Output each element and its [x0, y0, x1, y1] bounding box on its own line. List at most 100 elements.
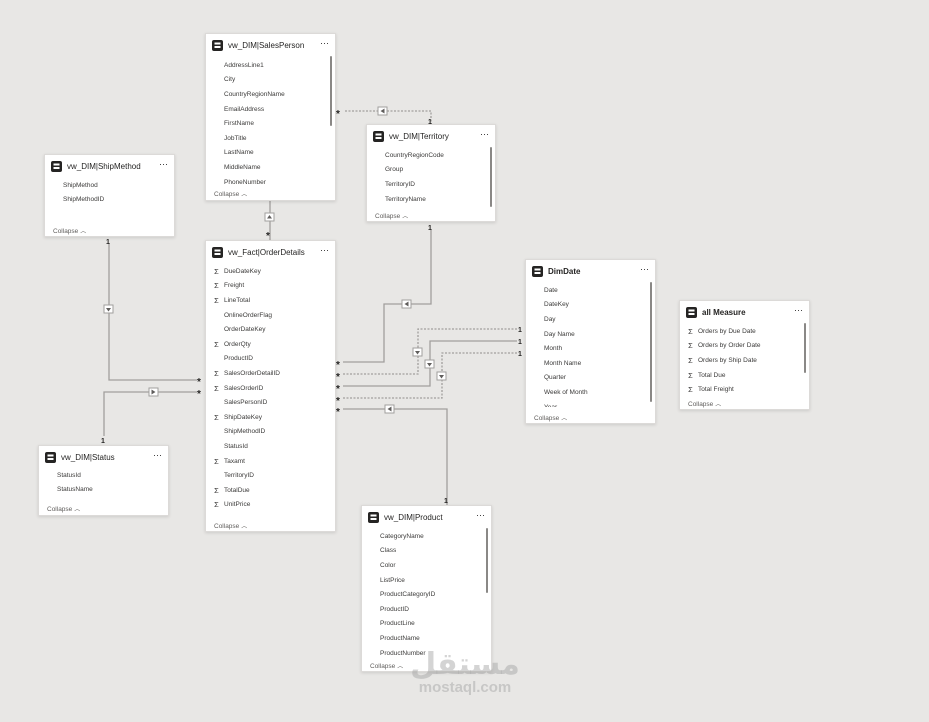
- table-card-salesperson[interactable]: vw_DIM|SalesPerson ··· ΣAddressLine1ΣCit…: [205, 33, 336, 201]
- card-header[interactable]: vw_DIM|Product ···: [362, 506, 491, 528]
- field-row[interactable]: ΣStatusName: [39, 483, 168, 498]
- field-row[interactable]: ΣStatusId: [206, 439, 335, 454]
- field-row[interactable]: Σ SalesOrderID: [206, 381, 335, 396]
- field-row[interactable]: ΣFirstName: [206, 116, 335, 131]
- field-row[interactable]: Σ DueDateKey: [206, 264, 335, 279]
- field-row[interactable]: ΣOrderDateKey: [206, 322, 335, 337]
- field-row[interactable]: ΣShipMethodID: [45, 193, 174, 208]
- field-row[interactable]: ΣTerritoryName: [367, 192, 495, 207]
- card-header[interactable]: vw_DIM|SalesPerson ···: [206, 34, 335, 56]
- card-header[interactable]: vw_DIM|Territory ···: [367, 125, 495, 147]
- field-row[interactable]: ΣTerritoryID: [206, 468, 335, 483]
- table-card-dimdate[interactable]: DimDate ··· ΣDateΣDateKeyΣDayΣDay NameΣM…: [525, 259, 656, 424]
- card-header[interactable]: vw_Fact|OrderDetails ···: [206, 241, 335, 263]
- collapse-button[interactable]: Collapse ︿: [214, 521, 247, 530]
- more-options-icon[interactable]: ···: [320, 38, 329, 48]
- field-row[interactable]: ΣDateKey: [526, 298, 655, 313]
- field-row[interactable]: ΣWeek of Month: [526, 385, 655, 400]
- field-row[interactable]: ΣProductID: [362, 602, 491, 617]
- field-row[interactable]: Σ Total Due: [680, 368, 809, 383]
- field-row[interactable]: Σ OrderQty: [206, 337, 335, 352]
- cardinality-one: 1: [106, 239, 110, 246]
- more-options-icon[interactable]: ···: [640, 264, 649, 274]
- field-row[interactable]: Σ Freight: [206, 279, 335, 294]
- cardinality-one: 1: [518, 351, 522, 358]
- field-row[interactable]: Σ ShipDateKey: [206, 410, 335, 425]
- card-header[interactable]: DimDate ···: [526, 260, 655, 282]
- scrollbar[interactable]: [804, 323, 806, 373]
- collapse-button[interactable]: Collapse ︿: [375, 211, 408, 220]
- field-row[interactable]: ΣCountryRegionCode: [367, 148, 495, 163]
- collapse-button[interactable]: Collapse ︿: [47, 504, 80, 513]
- field-row[interactable]: ΣListPrice: [362, 573, 491, 588]
- more-options-icon[interactable]: ···: [794, 305, 803, 315]
- field-row[interactable]: ΣProductName: [362, 631, 491, 646]
- field-row[interactable]: ΣTerritoryID: [367, 177, 495, 192]
- field-row[interactable]: ΣCategoryName: [362, 529, 491, 544]
- scrollbar[interactable]: [330, 56, 332, 126]
- table-card-product[interactable]: vw_DIM|Product ··· ΣCategoryNameΣClassΣC…: [361, 505, 492, 672]
- more-options-icon[interactable]: ···: [476, 510, 485, 520]
- table-card-territory[interactable]: vw_DIM|Territory ··· ΣCountryRegionCodeΣ…: [366, 124, 496, 222]
- field-row[interactable]: ΣYear: [526, 400, 655, 407]
- field-row[interactable]: ΣDay: [526, 312, 655, 327]
- rel-status-orderdetails[interactable]: [103, 391, 197, 436]
- field-row[interactable]: Σ Orders by Due Date: [680, 324, 809, 339]
- card-header[interactable]: vw_DIM|ShipMethod ···: [45, 155, 174, 177]
- field-row[interactable]: ΣProductLine: [362, 617, 491, 632]
- rel-salesperson-territory[interactable]: [345, 110, 432, 125]
- scrollbar[interactable]: [650, 282, 652, 402]
- field-row[interactable]: Σ LineTotal: [206, 293, 335, 308]
- field-row[interactable]: ΣQuarter: [526, 371, 655, 386]
- collapse-button[interactable]: Collapse ︿: [53, 226, 86, 235]
- field-row[interactable]: ΣOnlineOrderFlag: [206, 308, 335, 323]
- field-row[interactable]: Σ Total Freight: [680, 382, 809, 397]
- field-row[interactable]: Σ SalesOrderDetailID: [206, 366, 335, 381]
- field-row[interactable]: ΣProductID: [206, 352, 335, 367]
- field-row[interactable]: ΣDay Name: [526, 327, 655, 342]
- rel-product-orderdetails[interactable]: [343, 408, 448, 505]
- table-card-allmeasure[interactable]: all Measure ··· Σ Orders by Due Date Σ Orde…: [679, 300, 810, 410]
- field-row[interactable]: Σ Taxamt: [206, 454, 335, 469]
- field-row[interactable]: Σ TotalDue: [206, 483, 335, 498]
- field-row[interactable]: ΣMonth Name: [526, 356, 655, 371]
- field-row[interactable]: ΣCountryRegionName: [206, 87, 335, 102]
- table-card-status[interactable]: vw_DIM|Status ··· ΣStatusIdΣStatusName C…: [38, 445, 169, 516]
- field-row[interactable]: ΣMiddleName: [206, 160, 335, 175]
- more-options-icon[interactable]: ···: [480, 129, 489, 139]
- field-row[interactable]: ΣEmailAddress: [206, 102, 335, 117]
- collapse-button[interactable]: Collapse ︿: [370, 661, 403, 670]
- field-row[interactable]: ΣClass: [362, 544, 491, 559]
- rel-shipmethod-orderdetails[interactable]: [108, 243, 197, 381]
- field-row[interactable]: ΣProductNumber: [362, 646, 491, 659]
- card-header[interactable]: all Measure ···: [680, 301, 809, 323]
- field-row[interactable]: Σ UnitPrice: [206, 498, 335, 513]
- field-row[interactable]: ΣShipMethod: [45, 178, 174, 193]
- field-row[interactable]: ΣMonth: [526, 341, 655, 356]
- field-row[interactable]: ΣLastName: [206, 146, 335, 161]
- field-row[interactable]: ΣCity: [206, 73, 335, 88]
- field-row[interactable]: ΣAddressLine1: [206, 58, 335, 73]
- more-options-icon[interactable]: ···: [153, 450, 162, 460]
- scrollbar[interactable]: [490, 147, 492, 207]
- field-row[interactable]: ΣGroup: [367, 163, 495, 178]
- collapse-button[interactable]: Collapse ︿: [214, 189, 247, 198]
- scrollbar[interactable]: [486, 528, 488, 593]
- field-row[interactable]: Σ Orders by Order Date: [680, 339, 809, 354]
- field-row[interactable]: Σ Orders by Ship Date: [680, 353, 809, 368]
- card-header[interactable]: vw_DIM|Status ···: [39, 446, 168, 468]
- field-row[interactable]: ΣDate: [526, 283, 655, 298]
- field-row[interactable]: ΣStatusId: [39, 468, 168, 483]
- field-row[interactable]: ΣPhoneNumber: [206, 175, 335, 186]
- field-row[interactable]: ΣSalesPersonID: [206, 395, 335, 410]
- collapse-button[interactable]: Collapse ︿: [534, 413, 567, 422]
- table-card-shipmethod[interactable]: vw_DIM|ShipMethod ··· ΣShipMethodΣShipMe…: [44, 154, 175, 237]
- field-row[interactable]: ΣProductCategoryID: [362, 587, 491, 602]
- field-row[interactable]: ΣShipMethodID: [206, 425, 335, 440]
- more-options-icon[interactable]: ···: [159, 159, 168, 169]
- table-card-orderdetails[interactable]: vw_Fact|OrderDetails ··· Σ DueDateKey Σ Fre…: [205, 240, 336, 532]
- field-row[interactable]: ΣJobTitle: [206, 131, 335, 146]
- collapse-button[interactable]: Collapse ︿: [688, 399, 721, 408]
- more-options-icon[interactable]: ···: [320, 245, 329, 255]
- field-row[interactable]: ΣColor: [362, 558, 491, 573]
